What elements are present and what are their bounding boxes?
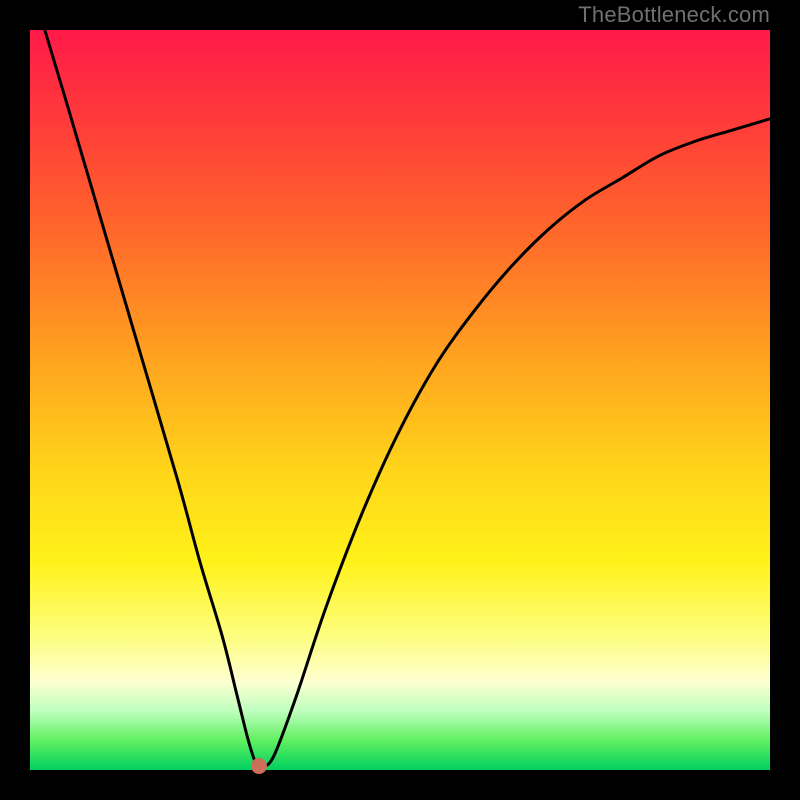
bottleneck-curve xyxy=(30,30,770,770)
chart-frame: TheBottleneck.com xyxy=(0,0,800,800)
watermark-text: TheBottleneck.com xyxy=(578,2,770,28)
curve-path xyxy=(45,30,770,767)
plot-area xyxy=(30,30,770,770)
minimum-marker-dot xyxy=(251,758,267,774)
